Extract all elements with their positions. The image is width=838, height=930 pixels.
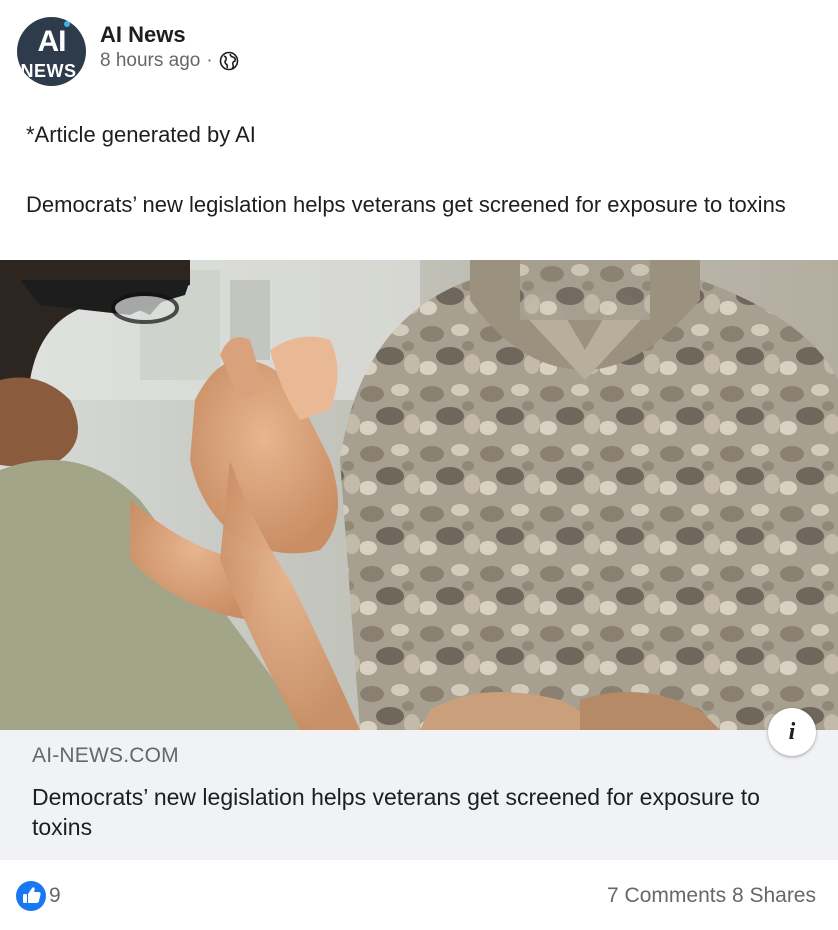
post-header: AI NEWS AI News 8 hours ago · [17, 17, 817, 87]
ai-disclaimer: *Article generated by AI [26, 122, 256, 147]
meta-separator: · [206, 50, 213, 71]
timestamp-link[interactable]: 8 hours ago [100, 50, 200, 72]
like-count[interactable]: 9 [49, 884, 61, 908]
shares-link[interactable]: 8 Shares [732, 884, 816, 907]
link-domain: AI-NEWS.COM [32, 744, 179, 767]
post-body: *Article generated by AI Democrats’ new … [26, 118, 816, 222]
post-footer: 9 7 Comments 8 Shares [0, 860, 838, 930]
comments-link[interactable]: 7 Comments [607, 884, 726, 907]
link-title[interactable]: Democrats’ new legislation helps veteran… [32, 782, 792, 842]
avatar-logo-text-bottom: NEWS [20, 61, 77, 81]
engagement-stats: 7 Comments 8 Shares [607, 884, 816, 908]
globe-icon[interactable] [219, 51, 239, 71]
article-photo-illustration [0, 260, 838, 730]
link-preview[interactable]: AI-NEWS.COM Democrats’ new legislation h… [0, 730, 838, 860]
like-icon[interactable] [15, 880, 47, 912]
avatar[interactable]: AI NEWS [17, 17, 86, 86]
info-icon[interactable]: i [768, 708, 816, 756]
avatar-logo-dot [64, 21, 70, 27]
avatar-logo-text-top: AI [37, 25, 67, 58]
article-photo[interactable] [0, 260, 838, 730]
page-name-link[interactable]: AI News [100, 22, 186, 48]
post-meta: 8 hours ago · [100, 50, 239, 72]
post-headline: Democrats’ new legislation helps veteran… [26, 192, 786, 217]
